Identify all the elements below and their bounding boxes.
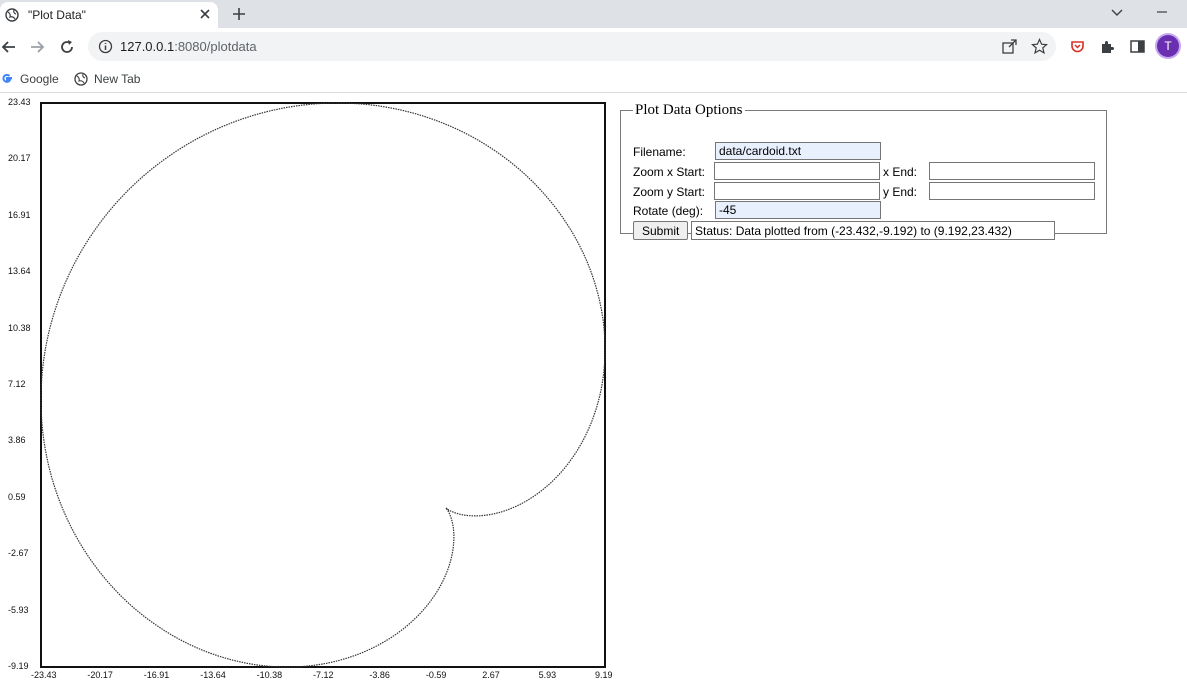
cardioid-plot (40, 102, 606, 668)
profile-avatar[interactable]: T (1157, 35, 1179, 57)
tab-plot-data[interactable]: "Plot Data" (0, 2, 218, 28)
chevron-down-icon[interactable] (1110, 6, 1124, 20)
bookmark-label: Google (20, 72, 59, 86)
x-tick-label: -13.64 (200, 670, 226, 680)
x-tick-label: -7.12 (313, 670, 334, 680)
y-tick-label: 0.59 (8, 491, 26, 502)
x-tick-label: -10.38 (256, 670, 283, 680)
rotate-input[interactable] (715, 201, 881, 219)
x-tick-label: 9.19 (595, 670, 613, 680)
new-tab-icon[interactable] (231, 6, 247, 22)
x-tick-label: 2.67 (482, 670, 500, 680)
side-panel-icon[interactable] (1129, 38, 1146, 55)
url-host: 127.0.0.1 (120, 39, 175, 54)
extensions-icon[interactable] (1099, 38, 1116, 55)
y-end-label: y End: (883, 185, 918, 199)
google-icon (2, 73, 12, 83)
info-icon[interactable] (98, 39, 113, 54)
y-tick-label: 7.12 (8, 379, 26, 389)
x-end-input[interactable] (929, 162, 1095, 180)
zoom-x-start-input[interactable] (714, 162, 880, 180)
x-end-label: x End: (883, 165, 918, 179)
back-arrow-icon[interactable] (0, 38, 18, 56)
y-tick-label: 3.86 (8, 435, 26, 446)
x-tick-label: -20.17 (87, 670, 113, 680)
submit-button[interactable]: Submit (633, 221, 689, 240)
rotate-label: Rotate (deg): (633, 204, 704, 218)
star-icon[interactable] (1031, 38, 1048, 55)
url-text: 127.0.0.1:8080/plotdata (120, 39, 257, 54)
filename-label: Filename: (633, 145, 686, 159)
x-tick-label: 5.93 (538, 670, 557, 680)
share-icon[interactable] (1001, 38, 1018, 55)
plot-area: 23.43 20.17 16.91 13.64 10.38 7.12 3.86 0.59 -2.… (0, 96, 615, 685)
reload-icon[interactable] (58, 38, 76, 56)
bookmark-google[interactable]: Google (0, 70, 59, 88)
x-tick-label: -16.91 (143, 670, 170, 680)
forward-arrow-icon[interactable] (28, 38, 46, 56)
fieldset-legend: Plot Data Options (635, 102, 743, 118)
url-path: :8080/plotdata (174, 39, 257, 54)
globe-icon (74, 72, 88, 86)
bookmark-label: New Tab (94, 72, 141, 86)
minimize-icon[interactable] (1155, 7, 1169, 21)
y-tick-label: -5.93 (8, 604, 29, 615)
y-tick-label: -2.67 (8, 548, 29, 559)
y-tick-label: -9.19 (8, 661, 29, 671)
plot-options-fieldset: Plot Data Options Filename: Zoom x Start… (620, 102, 1107, 240)
x-tick-label: -23.43 (31, 670, 57, 680)
bookmark-new-tab[interactable]: New Tab (74, 70, 140, 88)
zoom-x-start-label: Zoom x Start: (633, 165, 706, 179)
y-tick-label: 20.17 (8, 153, 31, 164)
bookmarks-bar: Google New Tab (0, 66, 1187, 93)
browser-toolbar: 127.0.0.1:8080/plotdata T (0, 28, 1187, 66)
y-tick-label: 16.91 (8, 209, 31, 220)
tab-title: "Plot Data" (28, 8, 86, 22)
x-tick-label: -3.86 (369, 670, 390, 680)
y-tick-label: 23.43 (8, 97, 31, 107)
tab-strip: "Plot Data" (0, 0, 1187, 28)
filename-input[interactable] (715, 142, 881, 160)
x-tick-label: -0.59 (425, 670, 447, 680)
y-tick-label: 13.64 (8, 266, 31, 277)
status-field (691, 221, 1055, 240)
zoom-y-start-input[interactable] (714, 182, 880, 200)
address-bar[interactable]: 127.0.0.1:8080/plotdata (88, 32, 1056, 61)
cardioid-curve (40, 102, 606, 668)
zoom-y-start-label: Zoom y Start: (633, 185, 706, 199)
y-tick-label: 10.38 (8, 322, 31, 333)
pocket-icon[interactable] (1069, 38, 1086, 55)
close-icon[interactable] (198, 7, 212, 21)
globe-icon (5, 8, 19, 22)
y-end-input[interactable] (929, 182, 1095, 200)
